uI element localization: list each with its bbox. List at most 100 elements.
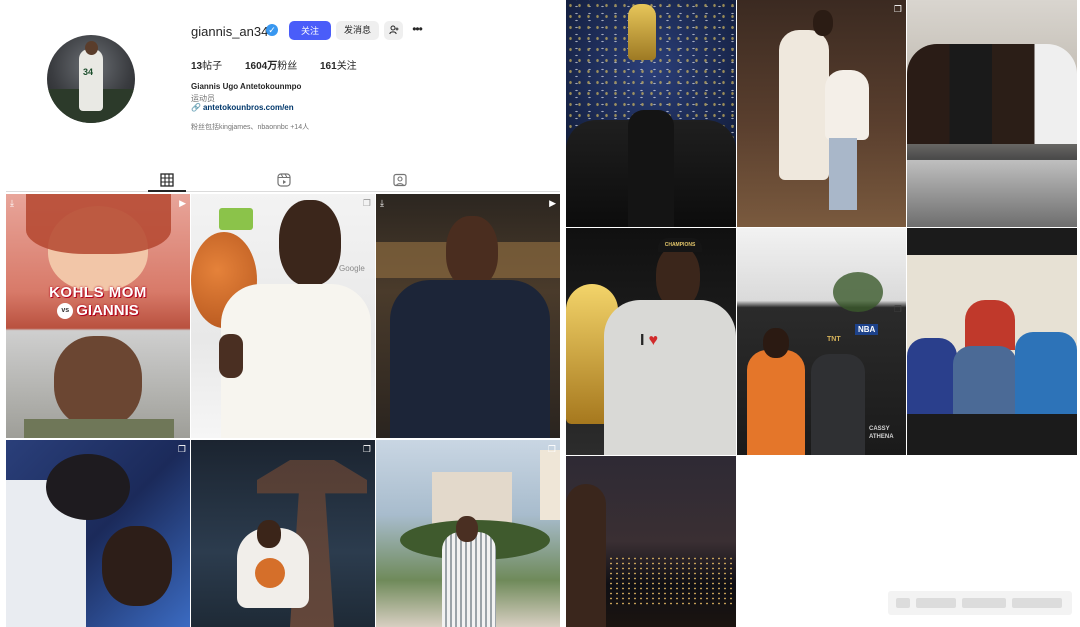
heart-icon: ♥	[648, 332, 658, 349]
kohls-title-text: KOHLS MOM	[49, 284, 147, 301]
photo-man-orange-suit	[747, 350, 805, 455]
tee-letter: I	[640, 332, 645, 349]
carousel-icon: ❐	[362, 198, 371, 208]
followers-label: 粉丝	[277, 61, 298, 72]
profile-website-text: antetokounbros.com/en	[202, 103, 294, 112]
carousel-icon: ❐	[547, 444, 556, 454]
download-icon[interactable]: ⤓	[10, 198, 14, 209]
watermark-bar	[916, 598, 956, 608]
following-stat[interactable]: 161关注	[320, 57, 357, 72]
photo-center-player	[628, 110, 674, 227]
photo-tee-heart: I ♥	[640, 332, 658, 350]
avatar-player-head	[85, 41, 98, 55]
photo-woman-white-jacket	[825, 70, 869, 140]
photo-woman-hair	[26, 194, 171, 254]
photo-champions-cap: CHAMPIONS	[658, 238, 702, 252]
post-basketball-spin[interactable]: Google ❐	[191, 194, 375, 438]
photo-man-head	[257, 520, 281, 548]
following-label: 关注	[336, 61, 357, 72]
photo-woman-head	[46, 454, 130, 520]
followed-by-text[interactable]: 粉丝包括kingjames、nbaonnbc +14人	[191, 122, 309, 132]
add-person-icon[interactable]	[384, 21, 403, 40]
photo-tnt-logo: TNT	[827, 336, 841, 343]
photo-navy-shirt	[390, 280, 550, 438]
photo-person-silhouette	[566, 484, 606, 627]
post-kohls-mom[interactable]: KOHLS MOM vs GIANNIS ⤓ ▶	[6, 194, 190, 438]
photo-basketball	[255, 558, 285, 588]
carousel-icon: ❐	[893, 4, 902, 14]
profile-website-link[interactable]: 🔗 antetokounbros.com/en	[191, 103, 294, 112]
profile-avatar[interactable]: 34	[47, 35, 135, 123]
tabs-divider	[6, 191, 560, 192]
more-dots-icon[interactable]: •••	[409, 21, 425, 40]
followers-count: 1604万	[245, 61, 278, 72]
photo-tower	[540, 450, 560, 520]
link-icon: 🔗	[191, 103, 201, 112]
watermark	[888, 591, 1072, 615]
grid-icon[interactable]	[160, 173, 174, 187]
watermark-bar	[962, 598, 1006, 608]
post-red-carpet[interactable]: NBA TNT CASSY ATHENA ❐	[737, 228, 906, 455]
post-couple-coats[interactable]: ❐	[737, 0, 906, 227]
photo-man-striped-shirt	[442, 532, 496, 627]
photo-google-sign: Google	[339, 264, 365, 273]
posts-stat[interactable]: 13帖子	[191, 57, 222, 72]
photo-kid-blue-left	[907, 338, 957, 414]
photo-man-dark-suit	[811, 354, 865, 455]
vs-badge: vs	[57, 303, 74, 320]
photo-counter	[907, 160, 1077, 227]
post-family-hug[interactable]: ❐	[6, 440, 190, 627]
photo-white-jacket	[221, 284, 371, 438]
photo-man-head	[279, 200, 341, 286]
watermark-bar	[1012, 598, 1062, 608]
photo-man-center	[953, 346, 1017, 414]
avatar-player-figure	[79, 49, 103, 111]
watermark-bar	[896, 598, 910, 608]
photo-kid-red	[965, 300, 1015, 350]
carousel-icon: ❐	[893, 304, 902, 314]
carousel-icon: ❐	[362, 444, 371, 454]
profile-full-name: Giannis Ugo Antetokounmpo	[191, 82, 302, 91]
download-icon[interactable]: ⤓	[380, 198, 384, 209]
tagged-icon[interactable]	[393, 173, 407, 187]
photo-man-face	[54, 336, 142, 428]
photo-man-sweater	[24, 419, 174, 438]
photo-hand	[219, 334, 243, 378]
post-night-city-view[interactable]	[566, 456, 736, 627]
photo-nba-logo: NBA	[855, 324, 879, 335]
photo-grey-tee	[604, 300, 736, 455]
post-childhood-photo[interactable]	[907, 228, 1077, 455]
photo-man-head	[813, 10, 833, 36]
posts-count: 13	[191, 61, 203, 72]
kohls-name-text: GIANNIS	[76, 302, 139, 319]
post-navy-shirt[interactable]: ⤓ ▶	[376, 194, 560, 438]
active-tab-indicator	[148, 190, 186, 192]
photo-man-head	[446, 216, 498, 288]
photo-men-group	[907, 44, 1077, 144]
reel-play-icon: ▶	[179, 198, 186, 208]
photo-man-head	[656, 246, 700, 308]
posts-label: 帖子	[202, 61, 223, 72]
photo-palm	[833, 272, 883, 312]
photo-man-head	[456, 516, 478, 542]
post-christ-redeemer[interactable]: ❐	[191, 440, 375, 627]
post-beach-city[interactable]: ❐	[376, 440, 560, 627]
photo-man-head	[102, 526, 172, 606]
verified-badge-icon: ✓	[266, 24, 278, 36]
photo-credit-1: CASSY	[869, 426, 890, 432]
post-trophy-celebration[interactable]	[566, 0, 736, 227]
photo-lego-shelf	[219, 208, 253, 230]
photo-man-beige-coat	[779, 30, 829, 180]
reels-icon[interactable]	[277, 173, 291, 187]
post-brothers-kitchen[interactable]	[907, 0, 1077, 227]
following-count: 161	[320, 61, 337, 72]
kohls-subtitle: vs GIANNIS	[6, 302, 190, 320]
followers-stat[interactable]: 1604万粉丝	[245, 57, 297, 72]
message-button[interactable]: 发消息	[336, 21, 379, 40]
post-champion-trophies[interactable]: CHAMPIONS I ♥	[566, 228, 736, 455]
photo-credit-2: ATHENA	[869, 434, 894, 440]
photo-kid-blue-right	[1015, 332, 1077, 414]
follow-button[interactable]: 关注	[289, 21, 331, 40]
photo-woman-jeans	[829, 138, 857, 210]
avatar-jersey-number: 34	[83, 67, 94, 77]
